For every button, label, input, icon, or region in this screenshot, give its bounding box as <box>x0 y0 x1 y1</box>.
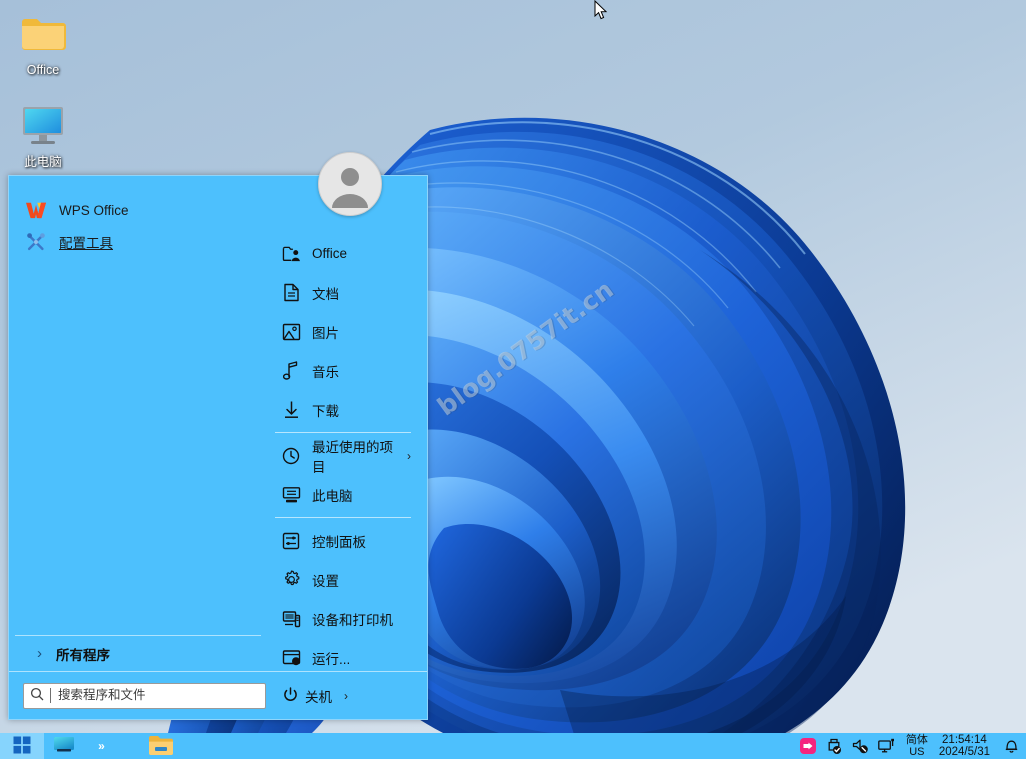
user-avatar[interactable] <box>318 152 382 216</box>
download-icon <box>281 400 301 420</box>
start-menu-right-item-office[interactable]: Office <box>273 234 417 273</box>
start-menu-right-item-settings[interactable]: 设置 <box>273 560 417 599</box>
start-menu-right-item-label: 下载 <box>312 403 339 419</box>
network-icon[interactable] <box>877 738 895 755</box>
power-icon <box>283 686 298 705</box>
start-menu-bottom-bar: 关机 › <box>9 671 427 719</box>
all-programs-label: 所有程序 <box>56 647 110 663</box>
start-menu-item-label: WPS Office <box>59 202 129 218</box>
search-input[interactable] <box>50 688 259 703</box>
pink-app-icon[interactable] <box>800 738 817 755</box>
start-menu-right-item-label: Office <box>312 246 348 261</box>
taskbar-show-hidden-icons-button[interactable]: » <box>84 733 118 759</box>
shutdown-button[interactable]: 关机 › <box>283 686 348 706</box>
start-menu-separator <box>275 432 411 433</box>
start-menu-right-item-music[interactable]: 音乐 <box>273 351 417 390</box>
monitor-icon <box>0 100 86 152</box>
start-menu-right-item-control-panel[interactable]: 控制面板 <box>273 521 417 560</box>
clock-date: 2024/5/31 <box>938 746 990 758</box>
all-programs-button[interactable]: › 所有程序 <box>15 635 261 671</box>
wps-office-icon <box>25 199 47 221</box>
music-note-icon <box>281 361 301 381</box>
start-menu-right-item-downloads[interactable]: 下载 <box>273 390 417 429</box>
safely-remove-hardware-icon[interactable] <box>826 738 843 755</box>
mouse-cursor <box>594 0 608 22</box>
chevron-right-icon: › <box>407 448 411 463</box>
start-menu-left-column: WPS Office 配置工具 › 所有程序 <box>9 176 267 671</box>
picture-icon <box>281 322 301 342</box>
gear-icon <box>281 570 301 590</box>
start-menu-right-item-devices-printers[interactable]: 设备和打印机 <box>273 599 417 638</box>
taskbar-file-explorer-button[interactable] <box>138 733 184 759</box>
start-menu-body: WPS Office 配置工具 › 所有程序 Office 文档 图片 音乐 下… <box>9 176 427 671</box>
start-menu-item-wps-office[interactable]: WPS Office <box>9 194 267 226</box>
desktop-icon-label: Office <box>26 63 60 77</box>
chevron-right-icon: › <box>37 645 42 662</box>
language-line2: US <box>909 746 925 758</box>
start-menu-right-item-label: 设置 <box>312 573 339 589</box>
shutdown-label: 关机 <box>305 689 332 705</box>
clock[interactable]: 21:54:14 2024/5/31 <box>939 734 990 758</box>
start-menu-right-item-label: 最近使用的项目 <box>312 439 393 475</box>
language-indicator[interactable]: 简体 US <box>906 734 928 758</box>
taskbar-task-view-button[interactable] <box>44 733 84 759</box>
volume-muted-icon[interactable] <box>852 738 869 755</box>
chevron-right-icon: › <box>344 688 348 703</box>
start-menu-right-item-label: 文档 <box>312 286 339 302</box>
start-menu-right-item-label: 运行... <box>312 651 351 667</box>
start-menu-right-item-label: 音乐 <box>312 364 339 380</box>
document-icon <box>281 283 301 303</box>
start-menu-item-label: 配置工具 <box>59 236 113 251</box>
start-menu-right-item-documents[interactable]: 文档 <box>273 273 417 312</box>
language-line1: 简体 <box>905 734 928 746</box>
desktop[interactable]: blog.0757it.cn Office 此电脑 WPS Office 配置工… <box>0 0 1026 759</box>
devices-printers-icon <box>281 609 301 629</box>
search-icon <box>30 687 44 704</box>
start-menu-right-item-label: 设备和打印机 <box>312 612 393 628</box>
start-menu-separator <box>275 517 411 518</box>
taskbar-left-group: » <box>0 733 184 759</box>
clock-time: 21:54:14 <box>942 734 987 746</box>
start-menu[interactable]: WPS Office 配置工具 › 所有程序 Office 文档 图片 音乐 下… <box>8 175 428 720</box>
folder-icon <box>0 8 86 60</box>
notification-bell-icon[interactable] <box>1003 738 1020 755</box>
start-menu-right-item-this-pc[interactable]: 此电脑 <box>273 475 417 514</box>
desktop-icon-label: 此电脑 <box>24 155 62 169</box>
start-menu-item-config-tool[interactable]: 配置工具 <box>9 226 267 258</box>
wrench-screwdriver-icon <box>25 231 47 253</box>
computer-icon <box>281 485 301 505</box>
desktop-icon-office[interactable]: Office <box>0 8 86 78</box>
wallpaper-watermark: blog.0757it.cn <box>432 274 620 422</box>
windows-start-icon <box>13 736 31 757</box>
start-button[interactable] <box>0 733 44 759</box>
start-menu-right-item-label: 图片 <box>312 325 339 341</box>
start-menu-right-item-label: 此电脑 <box>312 488 353 504</box>
task-view-icon <box>53 736 75 756</box>
taskbar[interactable]: » 简体 US 21:54:14 2024/5/31 <box>0 733 1026 759</box>
file-explorer-icon <box>148 734 174 759</box>
run-icon <box>281 648 301 668</box>
search-box[interactable] <box>23 682 266 709</box>
desktop-icon-this-pc[interactable]: 此电脑 <box>0 100 86 170</box>
start-menu-right-item-recent[interactable]: 最近使用的项目 › <box>273 436 417 475</box>
start-menu-right-item-pictures[interactable]: 图片 <box>273 312 417 351</box>
control-panel-icon <box>281 531 301 551</box>
start-menu-right-item-label: 控制面板 <box>312 534 366 550</box>
start-menu-left-spacer <box>9 258 267 635</box>
start-menu-right-column: Office 文档 图片 音乐 下载 最近使用的项目 › 此电脑 控制面板 设置… <box>267 176 427 671</box>
clock-icon <box>281 446 301 466</box>
system-tray: 简体 US 21:54:14 2024/5/31 <box>800 733 1026 759</box>
chevrons-right-icon: » <box>98 739 105 753</box>
user-folder-icon <box>281 244 301 264</box>
